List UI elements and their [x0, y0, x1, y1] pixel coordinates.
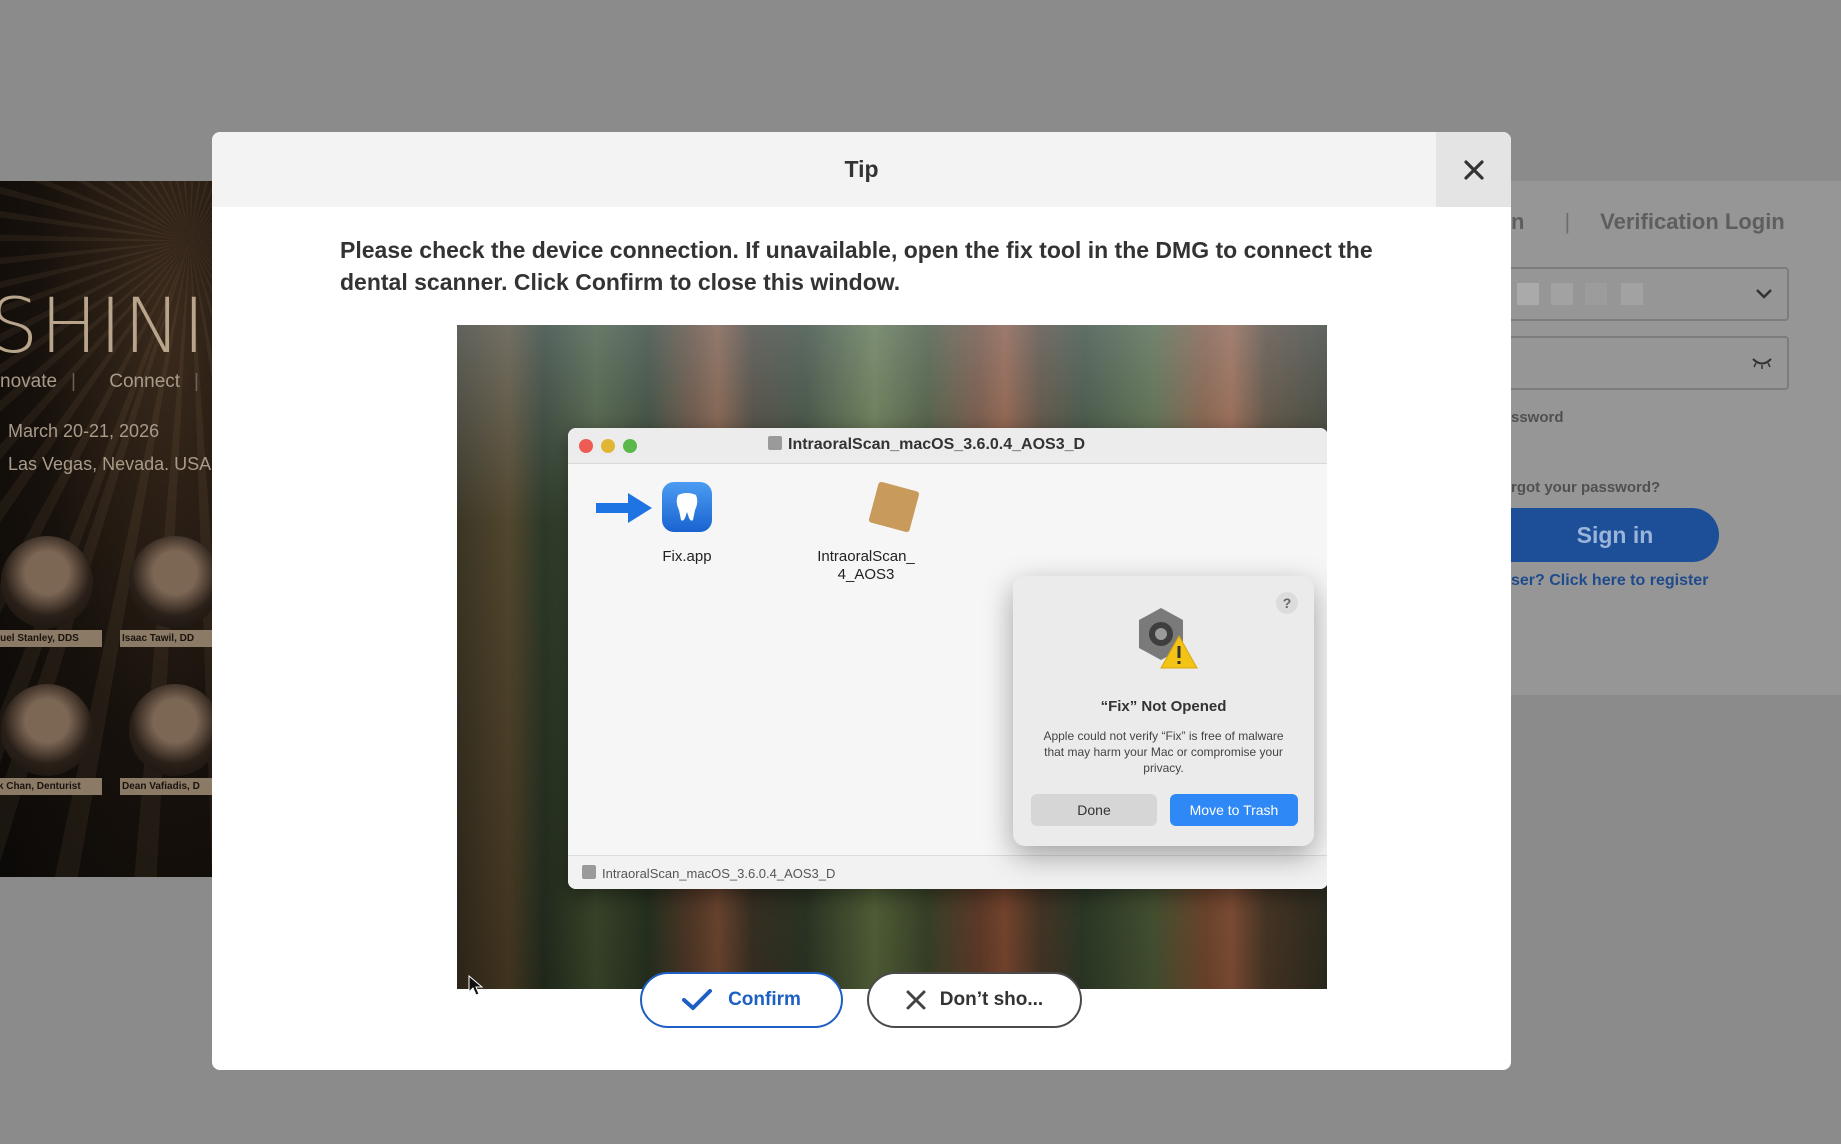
dont-show-again-button[interactable]: Don’t sho... [867, 972, 1082, 1028]
alert-message: Apple could not verify “Fix” is free of … [1043, 729, 1284, 775]
arrow-right-icon [596, 493, 652, 523]
banner-date: March 20-21, 2026 [8, 421, 160, 441]
tab-password-login[interactable]: n [1511, 209, 1524, 234]
speaker-name: Dean Vafiadis, D [120, 778, 212, 795]
alert-move-to-trash-button: Move to Trash [1170, 794, 1298, 826]
close-button[interactable] [1436, 132, 1511, 207]
disk-icon [768, 436, 782, 450]
checkmark-icon [682, 989, 713, 1010]
tab-verification-login[interactable]: Verification Login [1600, 209, 1785, 234]
tagline-item: novate [0, 371, 58, 392]
event-banner: SHININ novate| Connect| Ac March 20-21, … [0, 181, 212, 877]
disk-icon [582, 865, 596, 879]
gatekeeper-warning-icon [1139, 608, 1198, 669]
x-icon [906, 990, 926, 1010]
dont-show-label: Don’t sho... [939, 989, 1044, 1010]
forgot-password-link[interactable]: rgot your password? [1511, 479, 1660, 496]
tooth-app-icon [662, 482, 712, 532]
speaker-photo [1, 536, 93, 628]
register-link[interactable]: ser? Click here to register [1511, 572, 1708, 590]
close-dot-icon [579, 439, 593, 453]
banner-tagline: novate| Connect| Ac [0, 371, 199, 392]
speaker-card: guel Stanley, DDS [0, 536, 102, 647]
speaker-card: rk Chan, Denturist [0, 684, 102, 795]
speaker-name: rk Chan, Denturist [0, 778, 102, 795]
sign-in-button[interactable]: Sign in [1511, 508, 1719, 562]
speaker-name: guel Stanley, DDS [0, 630, 102, 647]
modal-header: Tip [212, 132, 1511, 207]
gatekeeper-alert: ? “Fix” Not Opened Apple could not verif… [1013, 576, 1314, 846]
speaker-photo [129, 684, 212, 776]
finder-titlebar: IntraoralScan_macOS_3.6.0.4_AOS3_D [568, 428, 1327, 464]
fix-app-label: Fix.app [662, 548, 712, 565]
alert-title: “Fix” Not Opened [1100, 698, 1227, 715]
login-tabs: n | Verification Login [1511, 209, 1785, 234]
banner-headline: SHININ [0, 281, 212, 370]
zoom-dot-icon [623, 439, 637, 453]
modal-message: Please check the device connection. If u… [340, 237, 1373, 295]
eye-closed-icon[interactable] [1751, 352, 1773, 375]
speaker-photo [129, 536, 212, 628]
chevron-down-icon[interactable] [1755, 283, 1773, 306]
login-panel: n | Verification Login ssword rgot your pa… [1511, 181, 1841, 695]
modal-title: Tip [844, 156, 879, 182]
package-icon [868, 481, 920, 533]
finder-window: IntraoralScan_macOS_3.6.0.4_AOS3_D Fix.a… [568, 428, 1327, 889]
instruction-image: IntraoralScan_macOS_3.6.0.4_AOS3_D Fix.a… [457, 325, 1327, 989]
alert-done-button: Done [1031, 794, 1157, 826]
tagline-item: Connect [109, 371, 181, 392]
confirm-label: Confirm [728, 989, 801, 1010]
account-field[interactable] [1511, 267, 1789, 321]
speaker-card: Isaac Tawil, DD [120, 536, 212, 647]
confirm-button[interactable]: Confirm [640, 972, 843, 1028]
password-field[interactable] [1511, 336, 1789, 390]
tip-modal: Tip Please check the device connection. … [212, 132, 1511, 1070]
finder-title: IntraoralScan_macOS_3.6.0.4_AOS3_D [768, 436, 1085, 454]
mouse-cursor-icon [468, 975, 484, 996]
banner-location: Las Vegas, Nevada. USA [8, 454, 212, 474]
finder-statusbar: IntraoralScan_macOS_3.6.0.4_AOS3_D [568, 855, 1327, 889]
speaker-card: Dean Vafiadis, D [120, 684, 212, 795]
minimize-dot-icon [601, 439, 615, 453]
speaker-photo [1, 684, 93, 776]
close-icon [1463, 159, 1484, 180]
remember-password-label[interactable]: ssword [1511, 409, 1564, 426]
speaker-name: Isaac Tawil, DD [120, 630, 212, 647]
help-icon: ? [1276, 592, 1298, 614]
installer-label: IntraoralScan_ 4_AOS3 [817, 548, 915, 583]
